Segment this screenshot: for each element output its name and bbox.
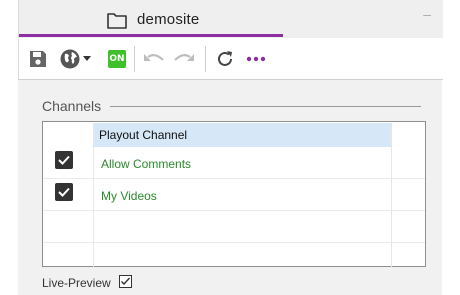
publish-globe-button[interactable] <box>58 47 82 71</box>
more-icon <box>246 56 266 62</box>
chevron-down-icon <box>83 56 91 62</box>
row-divider <box>43 178 425 179</box>
column-divider <box>391 123 392 267</box>
globe-icon <box>59 48 81 70</box>
toolbar: ON <box>18 39 443 80</box>
save-button[interactable] <box>26 47 50 71</box>
tab-demosite[interactable]: demosite <box>19 0 283 37</box>
undo-icon <box>143 51 165 67</box>
row-label: Allow Comments <box>101 157 192 171</box>
row-divider <box>43 210 425 211</box>
on-badge: ON <box>108 50 126 68</box>
refresh-button[interactable] <box>213 47 237 71</box>
column-divider <box>93 123 94 267</box>
channels-table: Playout Channel Allow Comments My Videos <box>42 121 426 267</box>
folder-icon <box>107 11 127 29</box>
checkbox-my-videos[interactable] <box>55 183 73 201</box>
redo-button[interactable] <box>172 47 196 71</box>
section-divider <box>110 106 421 107</box>
checkbox-allow-comments[interactable] <box>55 151 73 169</box>
row-label: My Videos <box>101 189 157 203</box>
save-icon <box>28 49 48 69</box>
redo-icon <box>173 51 195 67</box>
app-window: demosite – ON Channels Playout Channel A… <box>0 0 460 295</box>
row-divider <box>43 242 425 243</box>
column-header-label: Playout Channel <box>99 128 188 142</box>
refresh-icon <box>215 49 235 69</box>
minimize-button[interactable]: – <box>423 6 431 22</box>
tab-title: demosite <box>137 11 200 28</box>
tab-bar: demosite – <box>18 0 443 38</box>
more-button[interactable] <box>244 47 268 71</box>
toolbar-divider <box>134 46 135 72</box>
live-preview-checkbox[interactable] <box>119 275 132 288</box>
channels-panel: Channels Playout Channel Allow Comments <box>18 80 442 295</box>
undo-button[interactable] <box>142 47 166 71</box>
channels-title: Channels <box>42 98 102 114</box>
online-toggle[interactable]: ON <box>105 47 129 71</box>
toolbar-divider <box>205 46 206 72</box>
publish-dropdown[interactable] <box>81 47 93 71</box>
live-preview-label: Live-Preview <box>42 276 111 290</box>
column-header-playout-channel[interactable]: Playout Channel <box>93 123 391 147</box>
